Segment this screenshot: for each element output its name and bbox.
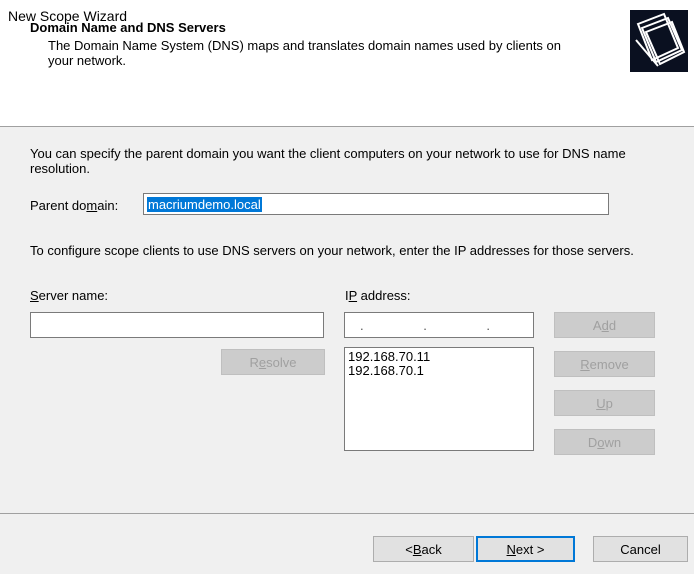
dns-servers-intro: To configure scope clients to use DNS se… [30,243,634,258]
wizard-folder-icon [630,10,688,72]
remove-button[interactable]: Remove [554,351,655,377]
page-title: Domain Name and DNS Servers [30,20,226,35]
ip-address-placeholder: . . . [359,317,519,333]
resolve-button[interactable]: Re solve [221,349,325,375]
dns-server-list[interactable]: 192.168.70.11 192.168.70.1 [344,347,534,451]
down-button[interactable]: Do wn [554,429,655,455]
parent-domain-input[interactable]: macriumdemo.local [143,193,609,215]
server-name-label: Server name: [30,288,109,303]
ip-address-input[interactable]: . . . [344,312,534,338]
ip-address-label: IP address: [345,288,411,303]
list-item[interactable]: 192.168.70.1 [348,364,530,378]
cancel-button[interactable]: Cancel [593,536,688,562]
add-button[interactable]: Add [554,312,655,338]
footer-separator [0,513,694,514]
next-button[interactable]: Next > [476,536,575,562]
back-button[interactable]: < Back [373,536,474,562]
parent-domain-value: macriumdemo.local [147,196,262,212]
list-item[interactable]: 192.168.70.11 [348,350,530,364]
parent-domain-label: Parent domain: [30,198,119,213]
server-name-input[interactable] [30,312,324,338]
parent-domain-intro: You can specify the parent domain you wa… [30,146,626,176]
page-description: The Domain Name System (DNS) maps and tr… [48,38,561,68]
up-button[interactable]: Up [554,390,655,416]
